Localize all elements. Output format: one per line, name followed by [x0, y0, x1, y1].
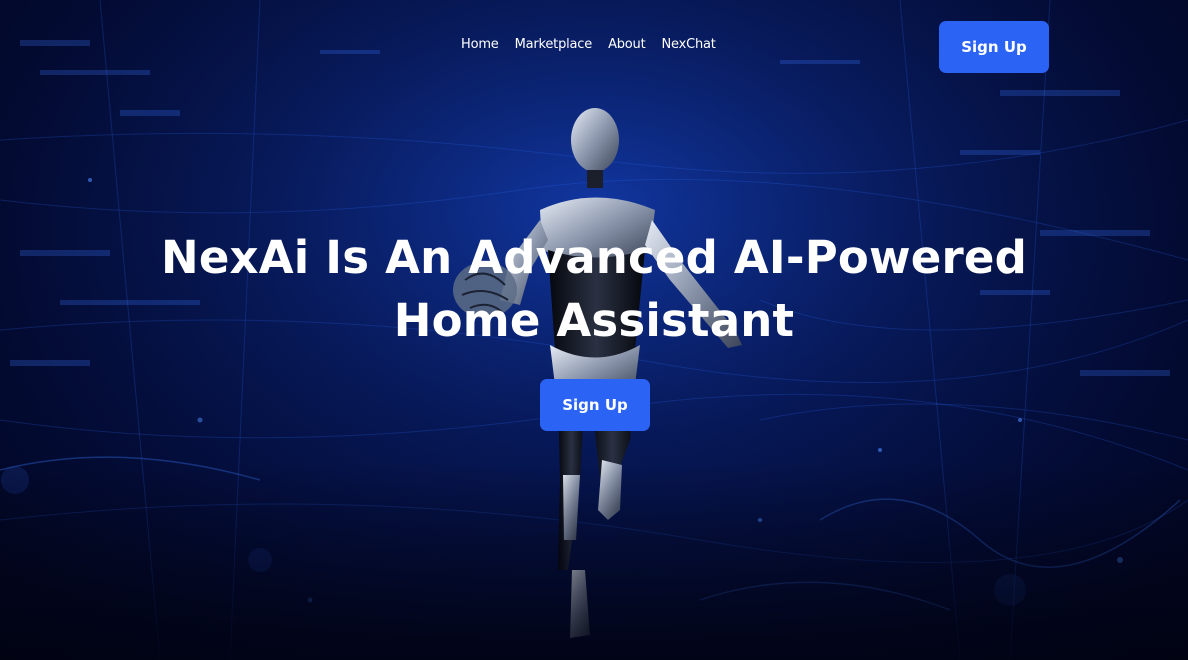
hero-section: Home Marketplace About NexChat Sign Up N… [0, 0, 1188, 660]
hero-title: NexAi Is An Advanced AI-Powered Home Ass… [0, 226, 1188, 352]
nav-item-marketplace[interactable]: Marketplace [515, 37, 593, 52]
hero-title-line-2: Home Assistant [393, 294, 795, 347]
nav-item-about[interactable]: About [608, 37, 646, 52]
robot-figure-image [453, 108, 742, 638]
hero-title-line-1: NexAi Is An Advanced AI-Powered [160, 231, 1028, 284]
nav-item-home[interactable]: Home [461, 37, 499, 52]
nav-item-nexchat[interactable]: NexChat [662, 37, 716, 52]
hero-signup-button[interactable]: Sign Up [540, 379, 650, 431]
header-signup-button[interactable]: Sign Up [939, 21, 1049, 73]
main-nav: Home Marketplace About NexChat [461, 37, 716, 52]
